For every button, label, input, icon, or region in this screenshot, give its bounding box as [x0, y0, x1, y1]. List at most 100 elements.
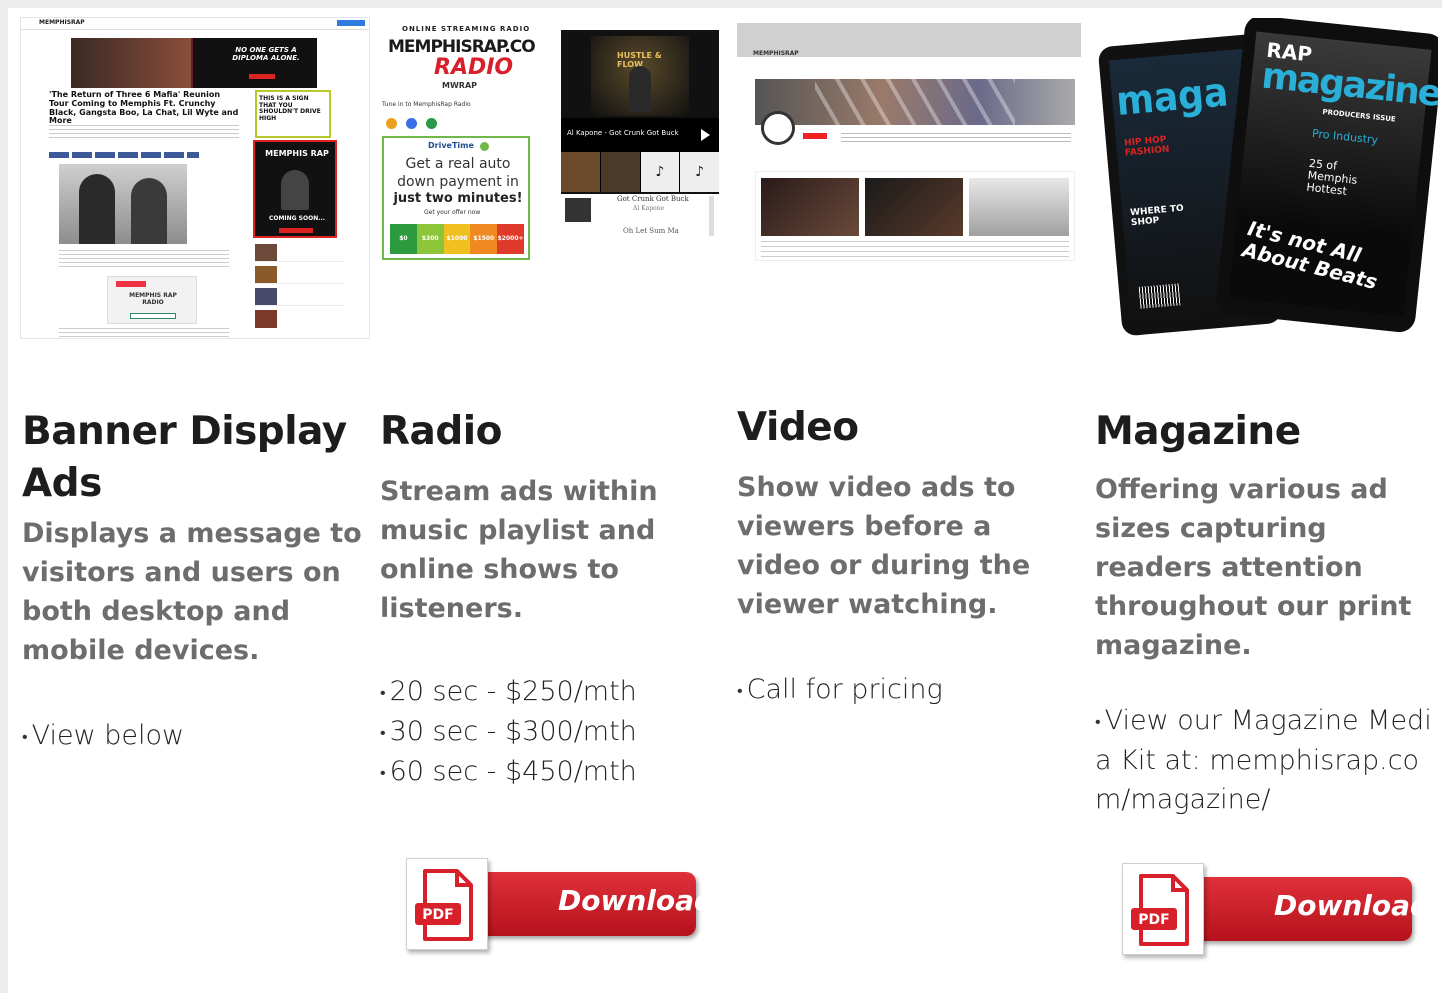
- now-playing-text: Al Kapone - Got Crunk Got Buck: [567, 129, 679, 137]
- price-1: $300: [416, 224, 444, 254]
- radio-widget-label: MEMPHIS RAP RADIO: [129, 292, 177, 306]
- download-label: Download: [558, 884, 715, 917]
- bullet-text: Call for pricing: [746, 674, 943, 705]
- banner-ads-column: Banner Display Ads Displays a message to…: [22, 406, 368, 756]
- radio-bullets: • 20 sec - $250/mth • 30 sec - $300/mth • 6…: [380, 672, 722, 792]
- radio-title: Radio: [380, 409, 502, 454]
- banner-ads-title: Banner Display Ads: [22, 409, 347, 506]
- bullet-item: • 20 sec - $250/mth: [380, 676, 637, 707]
- radio-download-button[interactable]: Download PDF: [406, 858, 714, 954]
- playlist: Got Crunk Got Buck Al Kapone Oh Let Sum …: [561, 194, 719, 240]
- bullet-item: • View below: [22, 720, 185, 751]
- price-0: $0: [390, 224, 417, 254]
- radio-call-sign: MWRAP: [442, 81, 477, 90]
- album-art: HUSTLE & FLOW: [591, 36, 689, 116]
- cover-shop: WHERE TO SHOP: [1129, 203, 1185, 229]
- magazine-bullets: • View our Magazine Media Kit at: memphis…: [1095, 701, 1435, 819]
- download-button-bg: Download: [454, 872, 714, 936]
- video-title: Video: [737, 405, 859, 450]
- video-bullets: • Call for pricing: [737, 670, 1079, 710]
- track-thumbs: ♪ ♪: [561, 152, 719, 192]
- cover-fashion: HIP HOP FASHION: [1123, 134, 1170, 159]
- tablet-front: RAP magazine PRODUCERS ISSUE Pro Industr…: [1214, 18, 1438, 334]
- video-description: Show video ads to viewers before a video…: [737, 472, 1031, 620]
- side-ad-text: THIS IS A SIGN THAT YOU SHOULDN'T DRIVE …: [259, 95, 321, 122]
- subscribe-button-mini: [803, 133, 827, 139]
- page: MEMPHISRAP NO ONE GETS A DIPLOMA ALONE. …: [8, 8, 1442, 993]
- drivetime-price-bar: $0 $300 $1000 $1500 $2000+: [390, 224, 524, 254]
- magazine-tablets-image: maga HIP HOP FASHION WHERE TO SHOP RAP m…: [1098, 18, 1438, 338]
- bullet-item: • 30 sec - $300/mth: [380, 716, 637, 747]
- price-3: $1500: [470, 224, 498, 254]
- track-1-artist: Al Kapone: [633, 205, 665, 212]
- pdf-badge-text: PDF: [422, 907, 453, 923]
- bullet-text: 60 sec - $450/mth: [389, 756, 637, 787]
- price-2: $1000: [443, 224, 471, 254]
- site-name: MEMPHISRAP: [39, 19, 85, 26]
- drivetime-ad[interactable]: DriveTime Get a real auto down payment i…: [382, 136, 530, 260]
- video-channel-image: MEMPHISRAP: [737, 23, 1081, 263]
- platform-icons: [386, 114, 456, 148]
- hero-ad: NO ONE GETS A DIPLOMA ALONE.: [71, 38, 317, 88]
- cover-pro: Pro Industry: [1311, 126, 1379, 147]
- magazine-description: Offering various ad sizes capturing read…: [1095, 474, 1412, 661]
- video-thumb-1[interactable]: [761, 178, 859, 236]
- bullet-text: View below: [31, 720, 185, 751]
- bullet-item: • View our Magazine Media Kit at: memphis…: [1095, 705, 1432, 815]
- drivetime-text-1: Get a real auto down payment in: [397, 156, 519, 190]
- radio-logo-main: MEMPHISRAP.COM: [388, 37, 536, 57]
- hero-ad-text: NO ONE GETS A DIPLOMA ALONE.: [232, 46, 300, 62]
- pdf-icon: PDF: [1122, 863, 1204, 955]
- radio-player-image: HUSTLE & FLOW Al Kapone - Got Crunk Got …: [561, 30, 719, 240]
- video-thumb-3[interactable]: [969, 178, 1069, 236]
- bullet-text: 30 sec - $300/mth: [389, 716, 637, 747]
- cover-25: 25 of Memphis Hottest: [1305, 156, 1358, 198]
- album-title: HUSTLE & FLOW: [617, 51, 662, 69]
- banner-ads-preview-image: MEMPHISRAP NO ONE GETS A DIPLOMA ALONE. …: [20, 17, 370, 339]
- cover-beats: It's not All About Beats: [1240, 216, 1380, 295]
- side-mag-title: MEMPHIS RAP: [265, 149, 329, 158]
- article-title: 'The Return of Three 6 Mafia' Reunion To…: [49, 90, 239, 126]
- magazine-title: Magazine: [1095, 409, 1301, 454]
- download-button-bg: Download: [1170, 877, 1430, 941]
- track-2-title: Oh Let Sum Ma: [623, 227, 679, 235]
- track-1-title: Got Crunk Got Buck: [617, 195, 689, 203]
- video-thumb-2[interactable]: [865, 178, 963, 236]
- pdf-icon: PDF: [406, 858, 488, 950]
- bullet-text: View our Magazine Media Kit at: memphisr…: [1095, 705, 1432, 815]
- tune-in-text: Tune in to MemphisRap Radio: [382, 101, 471, 108]
- now-playing-bar: Al Kapone - Got Crunk Got Buck: [561, 118, 719, 152]
- side-magazine-ad: MEMPHIS RAP COMING SOON...: [253, 140, 337, 238]
- drivetime-brand: DriveTime: [428, 141, 474, 150]
- banner-ads-bullets: • View below: [22, 716, 368, 756]
- coming-soon-text: COMING SOON...: [268, 215, 326, 222]
- radio-tagline: ONLINE STREAMING RADIO: [402, 26, 531, 33]
- bullet-text: 20 sec - $250/mth: [389, 676, 637, 707]
- radio-description: Stream ads within music playlist and onl…: [380, 476, 658, 624]
- channel-banner: [755, 79, 1075, 125]
- channel-avatar: [761, 111, 795, 145]
- play-icon[interactable]: [701, 129, 710, 141]
- article-photo: [59, 164, 187, 244]
- bullet-item: • Call for pricing: [737, 674, 943, 705]
- cover-title: magazine: [1259, 55, 1438, 115]
- download-label: Download: [1274, 889, 1431, 922]
- submit-button-mini: [337, 20, 365, 26]
- radio-widget: MEMPHIS RAP RADIO: [107, 276, 197, 324]
- latest-posts-list: [255, 244, 345, 338]
- pdf-badge-text: PDF: [1138, 912, 1169, 928]
- drivetime-text-2: just two minutes!: [393, 191, 523, 206]
- cover-issue: PRODUCERS ISSUE: [1322, 107, 1397, 124]
- banner-ads-description: Displays a message to visitors and users…: [22, 518, 362, 666]
- drivetime-cta: Get your offer now: [424, 209, 481, 216]
- radio-logo-sub: RADIO: [434, 55, 514, 80]
- video-column: Video Show video ads to viewers before a…: [737, 402, 1079, 710]
- magazine-download-button[interactable]: Download PDF: [1122, 863, 1430, 959]
- bullet-item: • 60 sec - $450/mth: [380, 756, 637, 787]
- magazine-column: Magazine Offering various ad sizes captu…: [1095, 406, 1435, 819]
- price-4: $2000+: [497, 224, 524, 254]
- radio-logo-image: ONLINE STREAMING RADIO MEMPHISRAP.COM RA…: [384, 26, 536, 110]
- side-ad-sign: THIS IS A SIGN THAT YOU SHOULDN'T DRIVE …: [255, 90, 331, 138]
- radio-column: Radio Stream ads within music playlist a…: [380, 406, 722, 792]
- channel-name: MEMPHISRAP: [753, 50, 799, 57]
